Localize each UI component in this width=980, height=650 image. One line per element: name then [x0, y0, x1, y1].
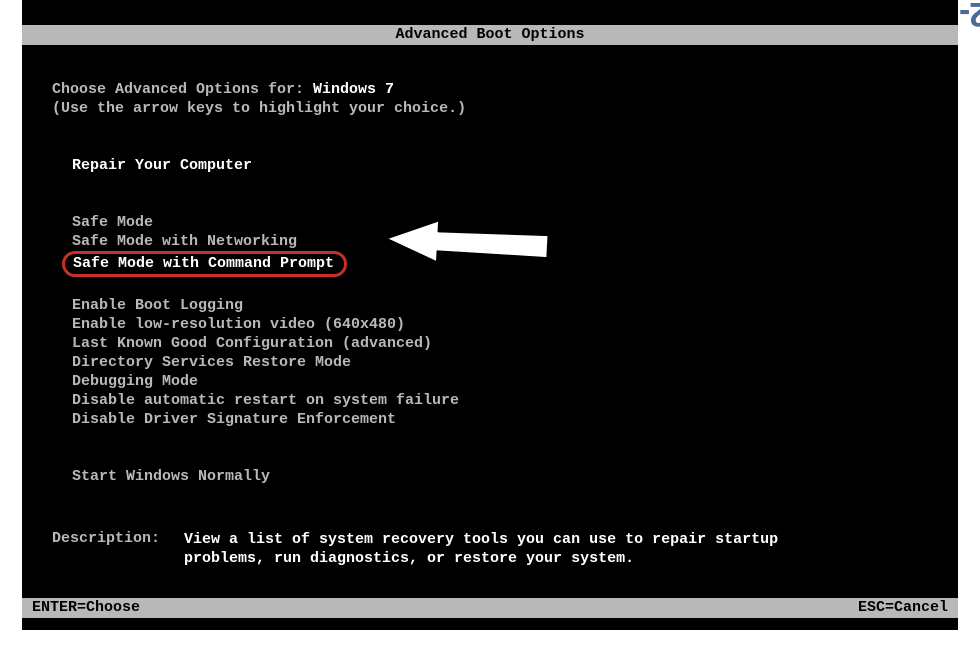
- description-block: Description: View a list of system recov…: [52, 530, 928, 568]
- footer-esc: ESC=Cancel: [858, 598, 948, 618]
- menu-safe-mode-command-prompt[interactable]: Safe Mode with Command Prompt: [62, 251, 347, 277]
- menu-disable-auto-restart[interactable]: Disable automatic restart on system fail…: [72, 391, 459, 410]
- description-label: Description:: [52, 530, 184, 568]
- footer-enter: ENTER=Choose: [32, 598, 140, 618]
- menu-low-res-video[interactable]: Enable low-resolution video (640x480): [72, 315, 405, 334]
- menu-safe-mode-networking[interactable]: Safe Mode with Networking: [72, 232, 297, 251]
- intro-line: Choose Advanced Options for: Windows 7: [52, 80, 928, 99]
- intro-os: Windows 7: [313, 81, 394, 98]
- menu-last-known-good[interactable]: Last Known Good Configuration (advanced): [72, 334, 432, 353]
- page-title: Advanced Boot Options: [395, 26, 584, 43]
- intro-hint: (Use the arrow keys to highlight your ch…: [52, 99, 928, 118]
- menu-disable-driver-sig[interactable]: Disable Driver Signature Enforcement: [72, 410, 396, 429]
- menu-directory-services-restore[interactable]: Directory Services Restore Mode: [72, 353, 351, 372]
- title-bar: Advanced Boot Options: [22, 25, 958, 45]
- boot-screen: Advanced Boot Options Choose Advanced Op…: [22, 0, 958, 630]
- description-text: View a list of system recovery tools you…: [184, 530, 804, 568]
- menu-start-windows-normally[interactable]: Start Windows Normally: [72, 467, 270, 486]
- boot-menu[interactable]: Repair Your Computer Safe Mode Safe Mode…: [72, 156, 928, 486]
- menu-debugging-mode[interactable]: Debugging Mode: [72, 372, 198, 391]
- menu-safe-mode[interactable]: Safe Mode: [72, 213, 153, 232]
- footer-bar: ENTER=Choose ESC=Cancel: [22, 598, 958, 618]
- menu-enable-boot-logging[interactable]: Enable Boot Logging: [72, 296, 243, 315]
- menu-repair-your-computer[interactable]: Repair Your Computer: [72, 156, 252, 175]
- content-area: Choose Advanced Options for: Windows 7 (…: [52, 80, 928, 568]
- intro-prefix: Choose Advanced Options for:: [52, 81, 313, 98]
